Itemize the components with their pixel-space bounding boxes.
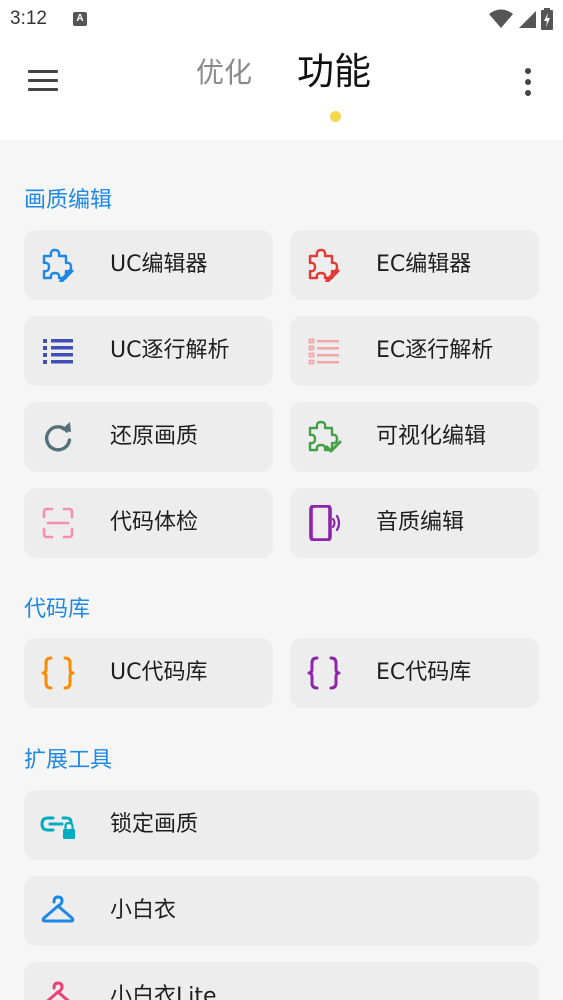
restore-quality-card[interactable]: 还原画质 [24, 402, 273, 472]
tab-indicator [330, 111, 341, 122]
hanger-icon [40, 979, 76, 1000]
lock-quality-card[interactable]: 锁定画质 [24, 790, 539, 860]
status-time: 3:12 [10, 8, 47, 29]
uc-editor-label: UC编辑器 [110, 252, 208, 277]
xiaobaiyi-lite-label: 小白衣Lite [110, 984, 217, 1000]
ec-editor-card[interactable]: EC编辑器 [290, 230, 539, 300]
ec-code-library-card[interactable]: EC代码库 [290, 638, 539, 708]
notification-icon: A [73, 12, 87, 26]
list-icon [306, 333, 342, 369]
xiaobaiyi-card[interactable]: 小白衣 [24, 876, 539, 946]
ec-editor-label: EC编辑器 [376, 252, 472, 277]
phone-vibrate-icon [306, 505, 342, 541]
code-check-label: 代码体检 [110, 510, 199, 535]
visual-edit-card[interactable]: 可视化编辑 [290, 402, 539, 472]
battery-icon [541, 8, 553, 30]
menu-button[interactable] [24, 66, 62, 94]
restore-icon [40, 419, 76, 455]
ec-code-library-label: EC代码库 [376, 660, 472, 685]
xiaobaiyi-label: 小白衣 [110, 898, 177, 923]
code-check-card[interactable]: 代码体检 [24, 488, 273, 558]
uc-line-parse-card[interactable]: UC逐行解析 [24, 316, 273, 386]
braces-icon [40, 655, 76, 691]
puzzle-edit-icon [40, 247, 76, 283]
top-bar: 优化 功能 [0, 38, 563, 140]
hanger-icon [40, 893, 76, 929]
braces-icon [306, 655, 342, 691]
puzzle-edit-icon [306, 247, 342, 283]
link-lock-icon [40, 807, 76, 843]
audio-edit-label: 音质编辑 [376, 510, 465, 535]
xiaobaiyi-lite-card[interactable]: 小白衣Lite [24, 962, 539, 1000]
ec-line-parse-label: EC逐行解析 [376, 338, 494, 363]
uc-code-library-card[interactable]: UC代码库 [24, 638, 273, 708]
more-dot [525, 68, 531, 74]
list-icon [40, 333, 76, 369]
more-dot [525, 79, 531, 85]
section-title-library: 代码库 [24, 597, 91, 622]
status-bar: 3:12 A [0, 0, 563, 38]
restore-quality-label: 还原画质 [110, 424, 199, 449]
uc-line-parse-label: UC逐行解析 [110, 338, 230, 363]
more-options-button[interactable] [514, 66, 542, 98]
signal-icon [519, 11, 536, 28]
menu-icon-line [28, 70, 58, 73]
menu-icon-line [28, 88, 58, 91]
lock-quality-label: 锁定画质 [110, 812, 199, 837]
visual-edit-label: 可视化编辑 [376, 424, 487, 449]
ec-line-parse-card[interactable]: EC逐行解析 [290, 316, 539, 386]
uc-editor-card[interactable]: UC编辑器 [24, 230, 273, 300]
tab-optimize[interactable]: 优化 [196, 51, 252, 91]
puzzle-check-icon [306, 419, 342, 455]
audio-edit-card[interactable]: 音质编辑 [290, 488, 539, 558]
status-icons [489, 8, 553, 30]
wifi-icon [489, 9, 513, 28]
uc-code-library-label: UC代码库 [110, 660, 208, 685]
tab-functions[interactable]: 功能 [297, 41, 371, 95]
section-title-tools: 扩展工具 [24, 748, 113, 773]
section-title-editing: 画质编辑 [24, 188, 113, 213]
scan-icon [40, 505, 76, 541]
more-dot [525, 90, 531, 96]
menu-icon-line [28, 79, 58, 82]
